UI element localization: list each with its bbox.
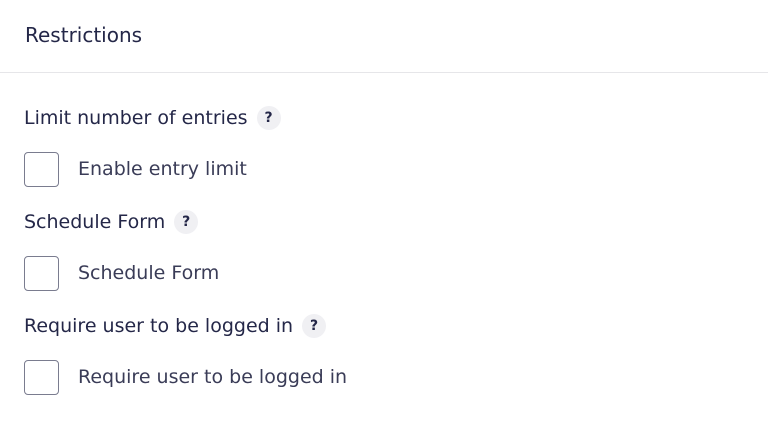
setting-label: Limit number of entries: [24, 107, 248, 129]
require-login-option[interactable]: Require user to be logged in: [24, 359, 347, 395]
schedule-form-option[interactable]: Schedule Form: [24, 255, 219, 291]
setting-require-login: Require user to be logged in ? Require u…: [24, 311, 347, 395]
restrictions-panel: Restrictions Limit number of entries ? E…: [0, 0, 768, 442]
panel-title: Restrictions: [25, 23, 143, 47]
panel-header: Restrictions: [0, 0, 768, 73]
help-icon[interactable]: ?: [256, 106, 281, 130]
setting-label-row: Limit number of entries ?: [24, 103, 281, 133]
help-icon[interactable]: ?: [174, 210, 199, 234]
schedule-form-checkbox[interactable]: [24, 255, 59, 291]
setting-label: Schedule Form: [24, 211, 166, 233]
require-login-checkbox[interactable]: [24, 359, 59, 395]
checkbox-label[interactable]: Enable entry limit: [78, 158, 247, 180]
enable-entry-limit-checkbox[interactable]: [24, 151, 59, 187]
setting-label-row: Schedule Form ?: [24, 207, 219, 237]
setting-label: Require user to be logged in: [24, 315, 294, 337]
checkbox-label[interactable]: Schedule Form: [78, 262, 219, 284]
setting-limit-entries: Limit number of entries ? Enable entry l…: [24, 103, 281, 187]
help-icon[interactable]: ?: [302, 314, 327, 338]
checkbox-label[interactable]: Require user to be logged in: [78, 366, 347, 388]
setting-label-row: Require user to be logged in ?: [24, 311, 347, 341]
setting-schedule-form: Schedule Form ? Schedule Form: [24, 207, 219, 291]
enable-entry-limit-option[interactable]: Enable entry limit: [24, 151, 281, 187]
